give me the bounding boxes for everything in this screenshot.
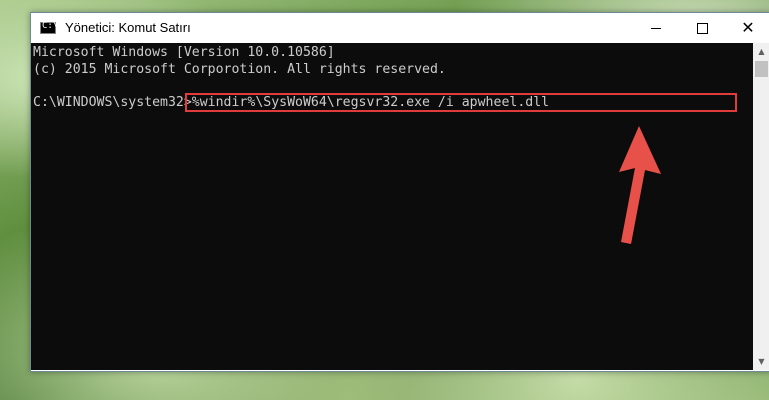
cmd-app-icon: C:\	[40, 21, 58, 34]
minimize-button[interactable]	[633, 13, 679, 43]
command-prompt-window[interactable]: C:\ Yönetici: Komut Satırı ✕ Microsoft W…	[30, 12, 769, 372]
maximize-icon	[696, 22, 708, 34]
console-version-line: Microsoft Windows [Version 10.0.10586]	[33, 45, 335, 60]
console-area[interactable]: Microsoft Windows [Version 10.0.10586] (…	[31, 43, 753, 370]
chevron-down-icon: ▼	[758, 357, 765, 366]
red-arrow-icon	[619, 126, 661, 244]
chevron-up-icon: ▲	[758, 47, 765, 56]
vertical-scrollbar[interactable]: ▲ ▼	[753, 43, 769, 370]
console-prompt: C:\WINDOWS\system32>	[33, 95, 192, 110]
close-button[interactable]: ✕	[725, 13, 769, 43]
scroll-up-button[interactable]: ▲	[753, 43, 769, 60]
scroll-thumb[interactable]	[755, 61, 768, 77]
title-bar[interactable]: C:\ Yönetici: Komut Satırı ✕	[31, 13, 769, 43]
command-highlight-box	[185, 93, 737, 112]
scroll-down-button[interactable]: ▼	[753, 353, 769, 370]
close-icon: ✕	[741, 18, 755, 37]
window-title: Yönetici: Komut Satırı	[65, 20, 191, 35]
maximize-button[interactable]	[679, 13, 725, 43]
console-copyright-line: (c) 2015 Microsoft Corporotion. All righ…	[33, 62, 446, 77]
minimize-icon	[651, 27, 661, 29]
